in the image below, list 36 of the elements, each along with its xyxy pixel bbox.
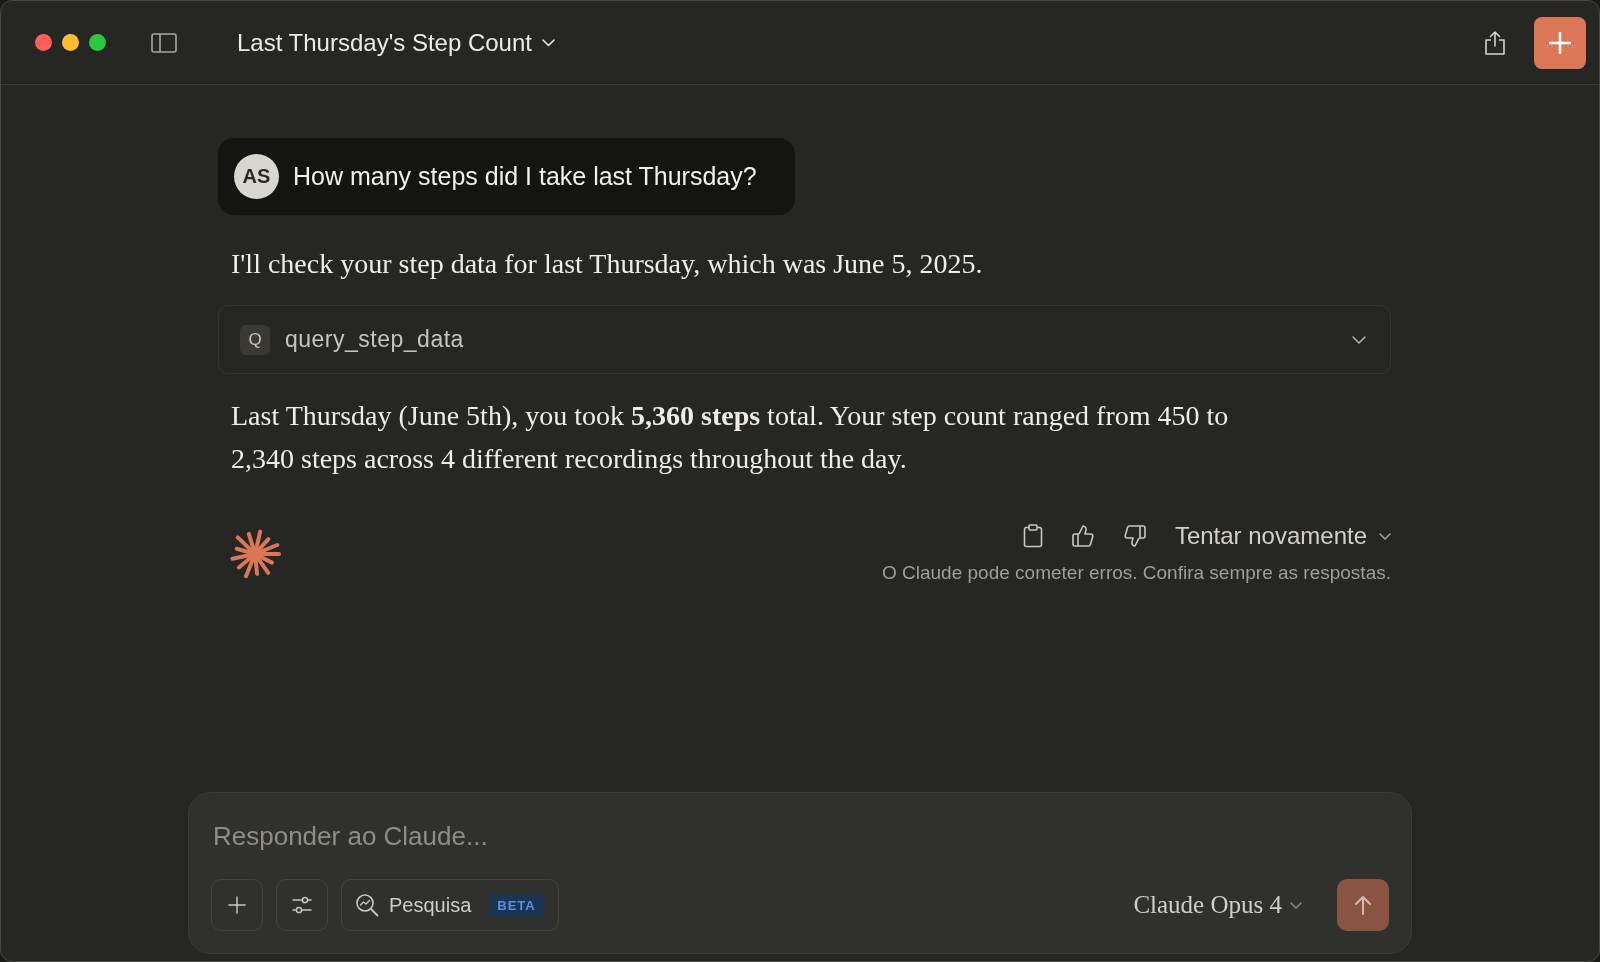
assistant-message-text: I'll check your step data for last Thursday, which was June 5, 2025. <box>230 247 984 281</box>
chevron-down-icon <box>1379 532 1391 540</box>
chevron-down-icon <box>1290 901 1302 909</box>
tool-call-panel[interactable]: Q query_step_data <box>218 305 1391 374</box>
user-message-text: How many steps did I take last Thursday? <box>293 162 757 191</box>
new-chat-button[interactable] <box>1534 16 1586 69</box>
chat-title-button[interactable]: Last Thursday's Step Count <box>237 28 555 57</box>
model-selector[interactable]: Claude Opus 4 <box>1133 891 1302 919</box>
window-minimize-icon[interactable] <box>62 34 79 51</box>
tool-call-name: query_step_data <box>285 326 464 353</box>
beta-label: BETA <box>489 893 544 917</box>
disclaimer-text: O Claude pode cometer erros. Confira sempre as respostas. <box>882 562 1391 584</box>
chevron-down-icon[interactable] <box>1352 335 1366 344</box>
thumbs-up-icon[interactable] <box>1070 524 1095 548</box>
plus-icon <box>227 896 247 914</box>
chevron-down-icon <box>542 38 555 47</box>
retry-button[interactable]: Tentar novamente <box>1174 522 1391 550</box>
window-close-icon[interactable] <box>35 34 52 51</box>
sidebar-toggle-icon[interactable] <box>151 32 177 53</box>
thumbs-down-icon[interactable] <box>1122 524 1147 548</box>
reply-input[interactable]: Responder ao Claude... <box>211 813 1389 859</box>
assistant-message-text: Last Thursday (June 5th), you took 5,360 steps total. Your step count ranged from 450 to 2,340 steps across 4 different recordings throughout the day. <box>230 399 1230 476</box>
sliders-icon <box>292 896 312 914</box>
clipboard-icon[interactable] <box>1022 524 1043 548</box>
search-button[interactable]: Pesquisa BETA <box>341 879 559 931</box>
plus-icon <box>1549 31 1571 54</box>
options-button[interactable] <box>276 879 328 931</box>
add-button[interactable] <box>211 879 263 931</box>
share-icon[interactable] <box>1484 29 1506 56</box>
starburst-icon <box>229 528 281 580</box>
message-composer[interactable]: Responder ao Claude... Pesquisa BETA Claude Opus 4 <box>188 792 1412 954</box>
tool-initial: Q <box>240 324 270 355</box>
user-avatar: AS <box>234 154 279 199</box>
window-zoom-icon[interactable] <box>89 34 106 51</box>
search-icon <box>355 893 379 917</box>
arrow-up-icon <box>1354 895 1372 915</box>
